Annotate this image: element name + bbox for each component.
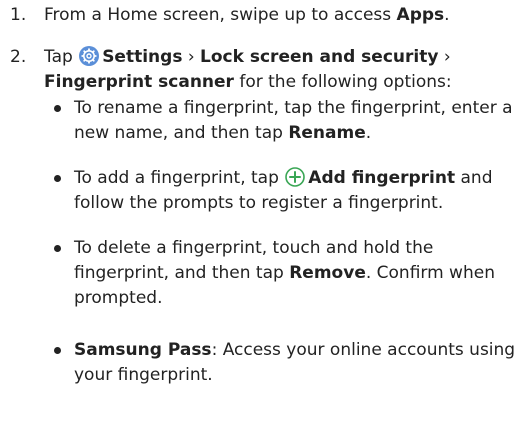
bullet-dot bbox=[54, 175, 61, 182]
list-item-text: To add a fingerprint, tap Add fingerprin… bbox=[74, 166, 526, 216]
rename-label: Rename bbox=[288, 123, 366, 143]
step-text: Tap Settings › Lock screen and security … bbox=[44, 45, 524, 95]
samsung-pass-label: Samsung Pass bbox=[74, 340, 212, 360]
text-part: . bbox=[365, 123, 372, 143]
add-fingerprint-label: Add fingerprint bbox=[308, 168, 456, 188]
text-part: To add a fingerprint, tap bbox=[74, 168, 279, 188]
add-plus-icon bbox=[285, 167, 306, 187]
lock-screen-label: Lock screen and security bbox=[200, 47, 439, 67]
step-text-part: . bbox=[444, 5, 450, 25]
remove-label: Remove bbox=[289, 263, 366, 283]
separator: › bbox=[182, 47, 201, 67]
fingerprint-scanner-label: Fingerprint scanner bbox=[44, 72, 234, 92]
bullet-dot bbox=[54, 105, 61, 112]
list-item-text: To delete a fingerprint, touch and hold … bbox=[74, 236, 526, 311]
step-text-part: From a Home screen, swipe up to access bbox=[44, 5, 397, 25]
settings-gear-icon bbox=[79, 46, 100, 66]
step-text-part: Tap bbox=[44, 47, 73, 67]
separator: › bbox=[438, 47, 451, 67]
bullet-dot bbox=[54, 245, 61, 252]
list-item-text: To rename a fingerprint, tap the fingerp… bbox=[74, 96, 526, 146]
list-item-text: Samsung Pass: Access your online account… bbox=[74, 338, 526, 388]
settings-label: Settings bbox=[102, 47, 183, 67]
step-text: From a Home screen, swipe up to access A… bbox=[44, 3, 524, 28]
bullet-dot bbox=[54, 347, 61, 354]
step-text-part: for the following options: bbox=[233, 72, 452, 92]
instructions-page: 1. From a Home screen, swipe up to acces… bbox=[0, 0, 529, 421]
apps-label: Apps bbox=[396, 5, 445, 25]
step-number: 1. bbox=[10, 5, 27, 25]
step-number: 2. bbox=[10, 47, 27, 67]
